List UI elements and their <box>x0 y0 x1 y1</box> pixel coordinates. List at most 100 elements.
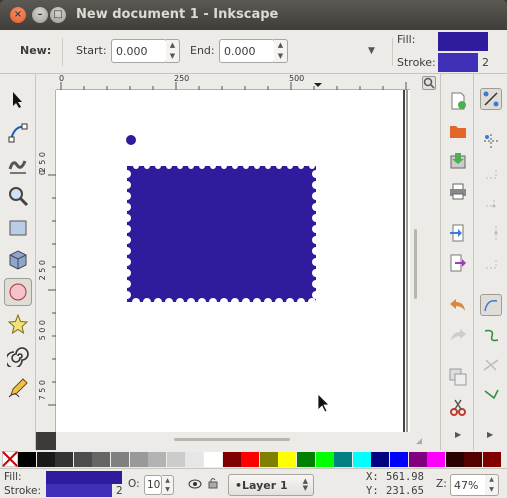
new-document-button[interactable] <box>447 90 469 112</box>
ruler-label: 7 5 0 <box>38 380 47 401</box>
snap-paths-button[interactable] <box>480 324 502 346</box>
palette-swatch[interactable] <box>297 452 315 467</box>
more-snap-icon[interactable]: ▶ <box>487 430 493 439</box>
palette-swatch[interactable] <box>73 452 92 467</box>
palette-swatch[interactable] <box>222 452 241 467</box>
snap-bbox-button[interactable] <box>480 130 502 152</box>
import-button[interactable] <box>447 222 469 244</box>
snap-nodes-button[interactable] <box>480 294 502 316</box>
status-fill-label: Fill: <box>4 471 22 483</box>
palette-swatch[interactable] <box>334 452 353 467</box>
palette-swatch[interactable] <box>111 452 129 467</box>
end-input[interactable]: 0.000 <box>219 39 275 63</box>
palette-swatch[interactable] <box>36 452 55 467</box>
lock-icon[interactable] <box>208 477 218 489</box>
minimize-window-button[interactable]: – <box>32 7 48 23</box>
rectangle-object[interactable] <box>127 166 316 302</box>
maximize-window-button[interactable]: □ <box>50 7 66 23</box>
palette-swatch[interactable] <box>241 452 260 467</box>
start-spin-arrows[interactable]: ▲ ▼ <box>166 39 180 63</box>
palette-swatch[interactable] <box>55 452 74 467</box>
node-tool-button[interactable] <box>4 118 32 146</box>
palette-swatch[interactable] <box>259 452 278 467</box>
palette-swatch[interactable] <box>352 452 371 467</box>
palette-swatch[interactable] <box>278 452 297 467</box>
palette-swatch[interactable] <box>315 452 334 467</box>
vertical-scroll-thumb[interactable] <box>414 229 417 299</box>
print-button[interactable] <box>447 180 469 202</box>
selector-tool-button[interactable] <box>4 86 32 114</box>
snap-cusp-button[interactable] <box>480 384 502 406</box>
vertical-scrollbar[interactable] <box>410 74 422 432</box>
vertical-ruler[interactable]: 2 5 0 0 2 5 0 5 0 0 7 5 0 <box>36 90 56 432</box>
palette-swatch[interactable] <box>483 452 501 467</box>
more-commands-icon[interactable]: ▶ <box>455 430 461 439</box>
duplicate-icon <box>449 368 467 386</box>
fill-swatch[interactable] <box>438 32 488 51</box>
snap-bbox-corner-button[interactable] <box>480 192 502 214</box>
no-paint-icon[interactable] <box>2 451 18 467</box>
horizontal-ruler[interactable]: 0 250 500 <box>56 74 410 90</box>
export-button[interactable] <box>447 252 469 274</box>
drawing-canvas[interactable] <box>56 90 410 432</box>
snap-toggle-button[interactable] <box>480 88 502 110</box>
star-tool-button[interactable] <box>4 310 32 338</box>
palette-swatch[interactable] <box>445 452 464 467</box>
rect-tool-button[interactable] <box>4 214 32 242</box>
3d-box-icon <box>9 250 27 270</box>
horizontal-scrollbar[interactable]: ◢ <box>56 432 423 450</box>
palette-swatch[interactable] <box>427 452 446 467</box>
cut-button[interactable] <box>447 396 469 418</box>
zoom-tool-button[interactable] <box>4 182 32 210</box>
palette-swatch[interactable] <box>18 452 36 467</box>
overflow-menu-icon[interactable]: ▼ <box>368 46 375 56</box>
redo-button[interactable] <box>447 324 469 346</box>
stroke-swatch[interactable] <box>438 53 478 72</box>
side-gap <box>422 74 440 450</box>
palette-swatch[interactable] <box>185 452 204 467</box>
color-palette <box>0 450 507 468</box>
tweak-tool-button[interactable] <box>4 150 32 178</box>
ellipse-tool-button[interactable] <box>4 278 32 306</box>
spiral-tool-button[interactable] <box>4 342 32 370</box>
opacity-spin-arrows[interactable]: ▲ ▼ <box>162 475 174 495</box>
palette-swatch[interactable] <box>371 452 390 467</box>
undo-button[interactable] <box>447 294 469 316</box>
zoom-spin-arrows[interactable]: ▲ ▼ <box>485 474 499 496</box>
close-window-button[interactable]: × <box>10 7 26 23</box>
ellipse-icon <box>9 283 27 301</box>
palette-swatch[interactable] <box>464 452 483 467</box>
end-spin-arrows[interactable]: ▲ ▼ <box>274 39 288 63</box>
pencil-tool-button[interactable] <box>4 374 32 402</box>
palette-swatch[interactable] <box>92 452 111 467</box>
palette-swatch[interactable] <box>166 452 185 467</box>
duplicate-button[interactable] <box>447 366 469 388</box>
zoom-label: Z: <box>436 478 447 490</box>
snap-bbox-edge-button[interactable] <box>480 162 502 184</box>
status-stroke-swatch[interactable] <box>46 484 112 497</box>
layer-dropdown[interactable]: •Layer 1 ▲ ▼ <box>228 474 314 496</box>
palette-swatch[interactable] <box>390 452 408 467</box>
snap-intersections-button[interactable] <box>480 354 502 376</box>
zoom-input[interactable]: 47% <box>450 474 486 496</box>
3dbox-tool-button[interactable] <box>4 246 32 274</box>
save-button[interactable] <box>447 150 469 172</box>
palette-swatch[interactable] <box>408 452 427 467</box>
snap-center-button[interactable] <box>480 252 502 274</box>
eye-icon[interactable] <box>188 479 202 489</box>
fill-label: Fill: <box>397 33 416 46</box>
zoom-corner-button[interactable] <box>422 76 436 90</box>
horizontal-scroll-thumb[interactable] <box>174 438 290 441</box>
snap-midpoint-button[interactable] <box>480 222 502 244</box>
open-button[interactable] <box>447 120 469 142</box>
separator <box>392 38 393 66</box>
palette-swatch[interactable] <box>204 452 222 467</box>
status-fill-swatch[interactable] <box>46 471 122 484</box>
palette-swatch[interactable] <box>148 452 167 467</box>
ellipse-object[interactable] <box>126 135 136 145</box>
start-input[interactable]: 0.000 <box>111 39 167 63</box>
opacity-input[interactable]: 10 <box>144 475 162 495</box>
palette-swatch[interactable] <box>129 452 148 467</box>
magnifier-icon <box>9 187 29 207</box>
cursor-y-label: Y: <box>366 485 379 497</box>
